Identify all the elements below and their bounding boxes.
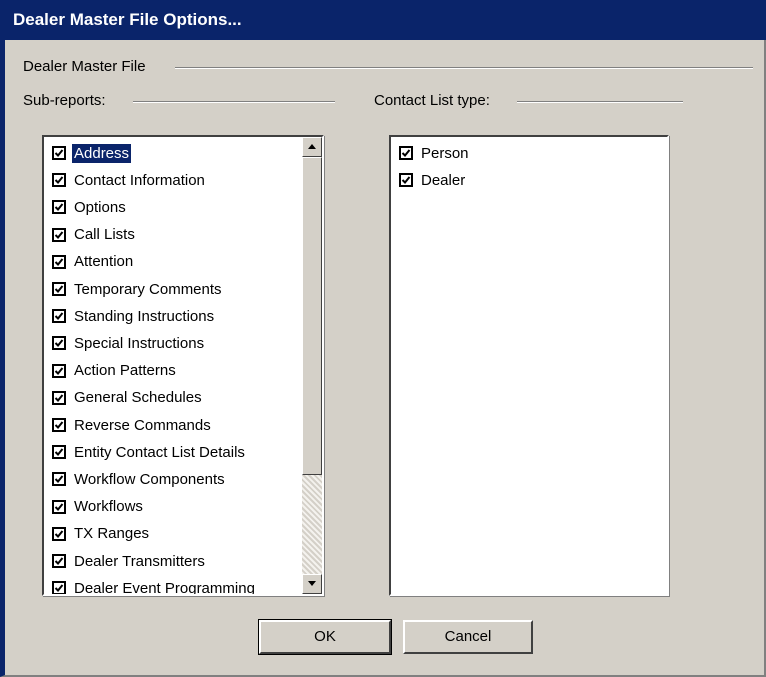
checkbox[interactable]: [52, 472, 66, 487]
checkmark-icon: [54, 530, 64, 538]
subreport-item-label: Workflows: [74, 498, 143, 516]
checkmark-icon: [54, 149, 64, 157]
subreport-item[interactable]: Entity Contact List Details: [52, 440, 247, 464]
subreport-item[interactable]: Dealer Transmitters: [52, 549, 207, 573]
checkbox[interactable]: [399, 146, 413, 160]
ok-button[interactable]: OK: [258, 619, 392, 655]
checkbox[interactable]: [52, 499, 66, 514]
checkbox[interactable]: [52, 227, 66, 242]
checkbox[interactable]: [52, 309, 66, 324]
checkbox[interactable]: [52, 363, 66, 378]
subreport-item-label: Workflow Components: [74, 470, 225, 488]
subreport-item[interactable]: Reverse Commands: [52, 413, 213, 437]
checkmark-icon: [54, 366, 64, 375]
subreport-item-label: Dealer Event Programming: [74, 579, 255, 596]
subreport-item-label: Contact Information: [74, 171, 205, 189]
checkbox[interactable]: [52, 336, 66, 351]
checkmark-icon: [54, 584, 64, 593]
checkmark-icon: [54, 502, 64, 511]
checkbox[interactable]: [52, 526, 66, 541]
checkbox[interactable]: [52, 282, 66, 296]
checkmark-icon: [54, 421, 64, 429]
subreport-item-label: Action Patterns: [74, 362, 176, 380]
subreport-item[interactable]: Contact Information: [52, 168, 207, 192]
subreport-item-label: Dealer Transmitters: [74, 552, 205, 570]
checkmark-icon: [54, 312, 64, 321]
arrow-down-icon: [308, 581, 316, 586]
scroll-up-button[interactable]: [302, 137, 322, 157]
subreports-label: Sub-reports:: [23, 92, 112, 109]
cancel-button[interactable]: Cancel: [403, 620, 533, 654]
checkmark-icon: [54, 230, 64, 239]
subreport-item[interactable]: Call Lists: [52, 223, 137, 247]
subreports-listbox[interactable]: Dealer Event Programming Dealer Transmitt…: [42, 135, 324, 596]
checkmark-icon: [401, 149, 411, 157]
checkmark-icon: [54, 258, 64, 266]
checkbox[interactable]: [52, 554, 66, 568]
checkmark-icon: [54, 176, 64, 185]
subreport-item-label: Entity Contact List Details: [74, 443, 245, 461]
checkbox[interactable]: [52, 146, 66, 160]
contact-type-item[interactable]: Dealer: [399, 168, 467, 192]
main-group-label: Dealer Master File: [23, 58, 152, 75]
subreport-item[interactable]: Workflows: [52, 495, 145, 519]
contact-type-item[interactable]: Person: [399, 141, 471, 165]
checkmark-icon: [54, 203, 64, 212]
checkmark-icon: [54, 339, 64, 348]
subreport-item[interactable]: Action Patterns: [52, 359, 178, 383]
subreport-item-label: Standing Instructions: [74, 307, 215, 325]
subreport-item-label: Reverse Commands: [74, 416, 211, 434]
checkmark-icon: [401, 176, 411, 185]
checkbox[interactable]: [52, 445, 66, 460]
subreport-item[interactable]: TX Ranges: [52, 522, 151, 546]
title-bar[interactable]: Dealer Master File Options...: [5, 0, 766, 40]
scroll-thumb[interactable]: [302, 157, 322, 475]
checkmark-icon: [54, 285, 64, 293]
checkmark-icon: [54, 394, 64, 402]
checkmark-icon: [54, 475, 64, 484]
subreport-item-label: Options: [74, 198, 126, 216]
contact-divider: [517, 101, 683, 103]
subreport-item-label: Special Instructions: [74, 334, 205, 352]
contact-list-type-label: Contact List type:: [374, 92, 496, 109]
checkbox[interactable]: [52, 173, 66, 188]
checkmark-icon: [54, 557, 64, 565]
checkbox[interactable]: [52, 200, 66, 215]
contact-list-type-listbox[interactable]: Dealer Person: [389, 135, 669, 596]
subreport-item-label: Attention: [74, 253, 134, 271]
subreport-item[interactable]: Dealer Event Programming: [52, 576, 257, 596]
contact-type-item-label: Person: [421, 144, 469, 162]
subreports-divider: [133, 101, 335, 103]
subreport-item-label: Address: [70, 142, 133, 164]
subreport-item[interactable]: Special Instructions: [52, 331, 206, 355]
subreport-item-label: Call Lists: [74, 226, 135, 244]
vertical-scrollbar[interactable]: [302, 137, 322, 594]
checkbox[interactable]: [52, 581, 66, 594]
main-group-divider: [175, 67, 753, 69]
dialog-window: Dealer Master File Options... Dealer Mas…: [0, 0, 766, 677]
subreport-item[interactable]: Temporary Comments: [52, 277, 224, 301]
subreport-item[interactable]: Address: [52, 141, 133, 165]
checkbox[interactable]: [52, 418, 66, 432]
scroll-down-button[interactable]: [302, 574, 322, 594]
contact-type-item-label: Dealer: [421, 171, 466, 189]
subreport-item-label: General Schedules: [74, 389, 202, 407]
checkmark-icon: [54, 448, 64, 457]
subreport-item[interactable]: Standing Instructions: [52, 304, 216, 328]
subreport-item[interactable]: Options: [52, 195, 128, 219]
subreport-item[interactable]: Workflow Components: [52, 467, 227, 491]
checkbox[interactable]: [399, 173, 413, 188]
subreport-item-label: Temporary Comments: [74, 280, 222, 298]
subreport-item[interactable]: General Schedules: [52, 386, 204, 410]
checkbox[interactable]: [52, 390, 66, 405]
subreport-item[interactable]: Attention: [52, 250, 135, 274]
checkbox[interactable]: [52, 254, 66, 269]
subreport-item-label: TX Ranges: [74, 525, 150, 543]
arrow-up-icon: [308, 144, 316, 149]
